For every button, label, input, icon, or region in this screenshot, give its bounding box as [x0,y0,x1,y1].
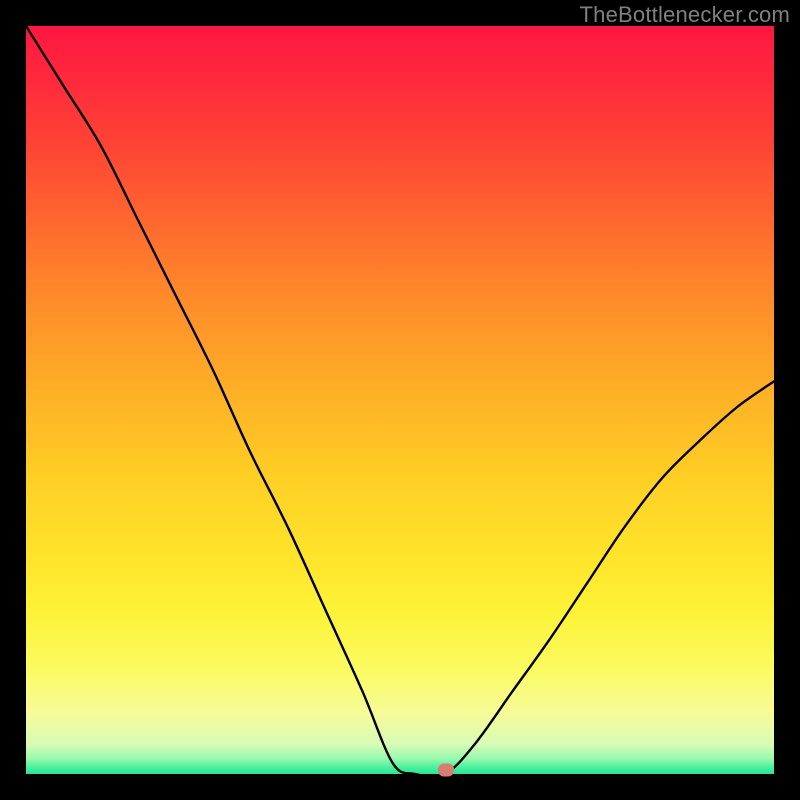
chart-frame: TheBottlenecker.com [0,0,800,800]
optimum-marker [438,764,454,777]
curve-path [26,26,774,774]
bottleneck-curve [26,26,774,774]
plot-area [26,26,774,774]
watermark-text: TheBottlenecker.com [580,2,790,28]
